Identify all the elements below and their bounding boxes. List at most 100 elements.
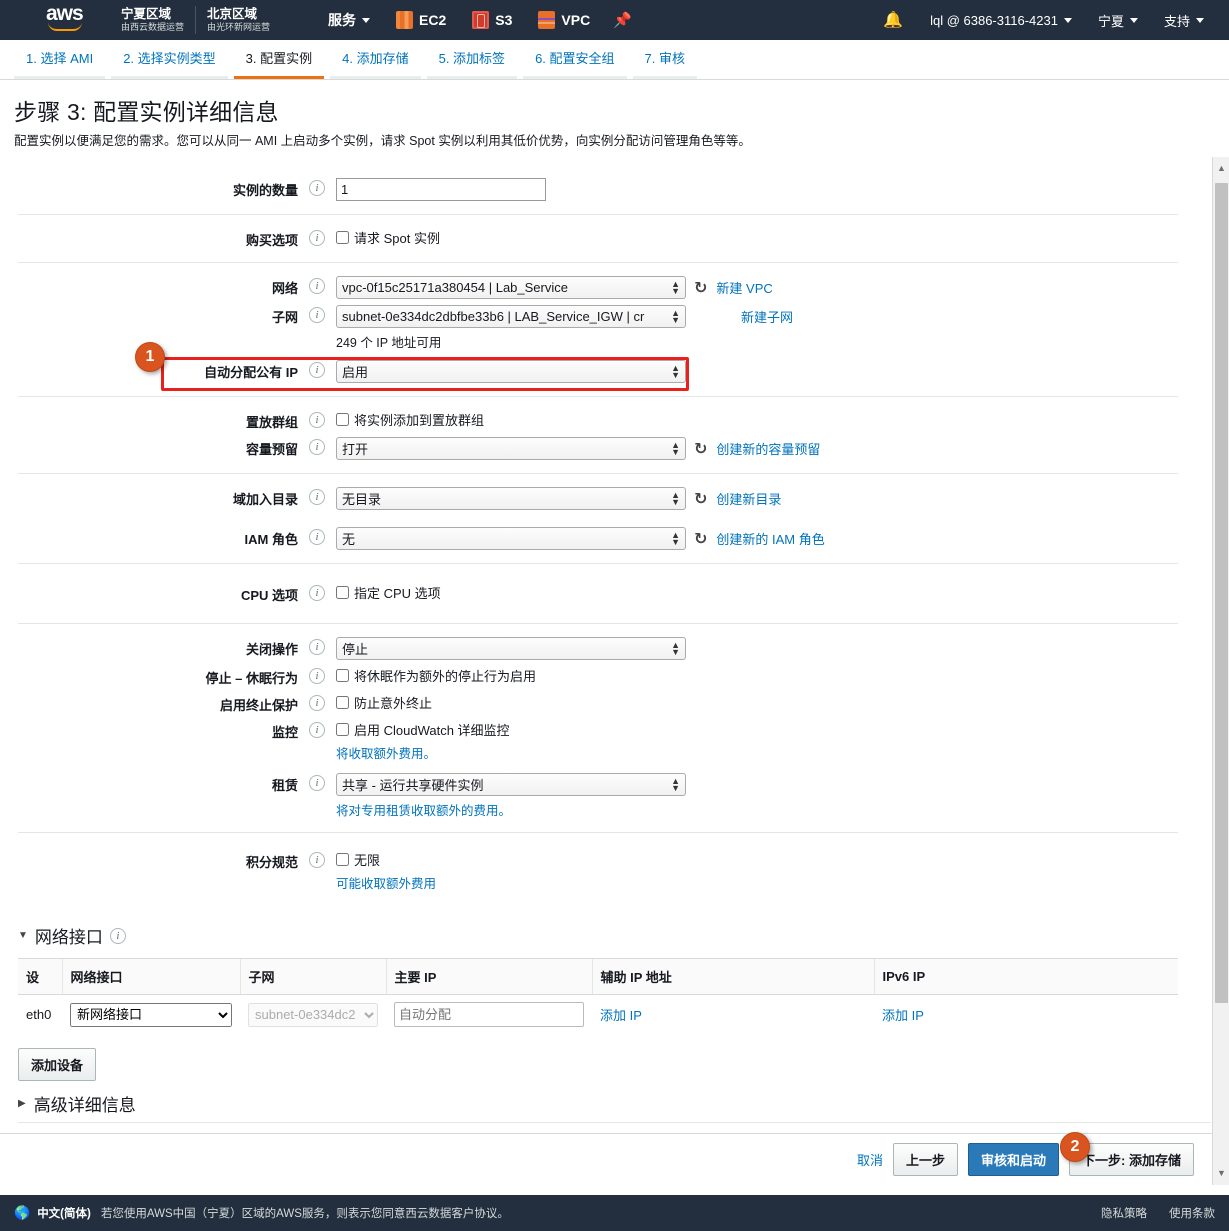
aws-logo[interactable]: aws: [46, 3, 94, 35]
tenancy-cost-note[interactable]: 将对专用租赁收取额外的费用。: [336, 796, 511, 819]
iam-role-select[interactable]: 无 ▲ ▼: [336, 527, 686, 550]
network-select[interactable]: vpc-0f15c25171a380454 | Lab_Service ▲ ▼: [336, 276, 686, 299]
field-group-purchase-option: 购买选项 i 请求 Spot 实例: [18, 215, 1178, 263]
create-new-subnet-link[interactable]: 新建子网: [741, 307, 793, 326]
instance-count-input[interactable]: [336, 178, 546, 201]
info-icon[interactable]: i: [309, 695, 325, 711]
request-spot-instances-label: 请求 Spot 实例: [354, 231, 440, 246]
pin-icon[interactable]: 📌: [613, 11, 632, 29]
step-1-choose-ami[interactable]: 1. 选择 AMI: [14, 48, 106, 79]
info-icon[interactable]: i: [309, 180, 325, 196]
globe-icon: 🌎: [14, 1205, 31, 1220]
scrollbar-thumb[interactable]: [1215, 183, 1228, 1003]
scroll-up-icon[interactable]: ▲: [1213, 160, 1229, 177]
step-7-review[interactable]: 7. 审核: [632, 48, 697, 79]
bell-icon[interactable]: 🔔: [869, 10, 917, 30]
vertical-scrollbar[interactable]: ▲ ▼: [1212, 157, 1229, 1185]
step-5-add-tags[interactable]: 5. 添加标签: [426, 48, 518, 79]
info-icon[interactable]: i: [309, 230, 325, 246]
network-interfaces-header: ▼ 网络接口 i: [0, 911, 1229, 954]
refresh-icon[interactable]: ↻: [694, 489, 707, 509]
create-new-vpc-link[interactable]: 新建 VPC: [716, 278, 772, 297]
credit-spec-cost-note[interactable]: 可能收取额外费用: [336, 869, 436, 892]
info-icon[interactable]: i: [309, 529, 325, 545]
column-header-subnet: 子网: [239, 958, 386, 995]
credit-spec-checkbox-row[interactable]: 无限: [336, 850, 380, 869]
capacity-reservation-select[interactable]: 打开 ▲ ▼: [336, 437, 686, 460]
tenancy-select[interactable]: 共享 - 运行共享硬件实例 ▲ ▼: [336, 773, 686, 796]
page-description: 配置实例以便满足您的需求。您可以从同一 AMI 上启动多个实例，请求 Spot …: [14, 134, 751, 148]
shortcut-vpc[interactable]: VPC: [525, 0, 603, 40]
primary-ip-input[interactable]: [394, 1002, 584, 1027]
create-new-iam-role-link[interactable]: 创建新的 IAM 角色: [716, 529, 824, 548]
terms-of-use-link[interactable]: 使用条款: [1169, 1205, 1215, 1221]
support-menu[interactable]: 支持: [1151, 11, 1217, 30]
refresh-icon[interactable]: ↻: [694, 278, 707, 298]
subnet-select-row[interactable]: subnet-0e334dc2: [248, 1002, 378, 1027]
capacity-reservation-value: 打开: [342, 442, 369, 457]
info-icon[interactable]: i: [309, 278, 325, 294]
info-icon[interactable]: i: [109, 927, 126, 944]
placement-group-checkbox-row[interactable]: 将实例添加到置放群组: [336, 410, 484, 429]
create-capacity-reservation-link[interactable]: 创建新的容量预留: [716, 439, 820, 458]
monitoring-cost-note[interactable]: 将收取额外费用。: [336, 739, 436, 762]
info-icon[interactable]: i: [309, 722, 325, 738]
add-device-button[interactable]: 添加设备: [18, 1048, 97, 1081]
shortcut-s3[interactable]: S3: [459, 0, 525, 40]
review-and-launch-button[interactable]: 审核和启动: [968, 1143, 1060, 1176]
enable-cloudwatch-monitoring-checkbox[interactable]: [336, 723, 349, 736]
domain-join-select[interactable]: 无目录 ▲ ▼: [336, 487, 686, 510]
cancel-link[interactable]: 取消: [857, 1150, 883, 1169]
monitoring-checkbox-row[interactable]: 启用 CloudWatch 详细监控: [336, 720, 510, 739]
info-icon[interactable]: i: [309, 852, 325, 868]
info-icon[interactable]: i: [309, 362, 325, 378]
region-ningxia-name: 宁夏区域: [121, 6, 172, 21]
field-group-cpu-options: CPU 选项 i 指定 CPU 选项: [18, 564, 1178, 624]
termination-protection-checkbox-row[interactable]: 防止意外终止: [336, 693, 432, 712]
info-icon[interactable]: i: [309, 775, 325, 791]
shortcut-ec2[interactable]: EC2: [383, 0, 459, 40]
step-4-add-storage[interactable]: 4. 添加存储: [330, 48, 421, 79]
language-selector[interactable]: 中文(简体): [37, 1205, 91, 1221]
info-icon[interactable]: i: [309, 489, 325, 505]
chevron-down-icon: [1063, 17, 1072, 23]
refresh-icon[interactable]: ↻: [694, 439, 707, 459]
shutdown-behavior-select[interactable]: 停止 ▲ ▼: [336, 637, 686, 660]
network-interface-select[interactable]: 新网络接口: [70, 1002, 232, 1027]
add-ipv6-ip-link[interactable]: 添加 IP: [882, 1008, 924, 1023]
info-icon[interactable]: i: [309, 639, 325, 655]
region-menu[interactable]: 宁夏: [1085, 11, 1151, 30]
expand-triangle-icon[interactable]: ▶: [18, 1098, 26, 1109]
add-to-placement-group-checkbox[interactable]: [336, 413, 349, 426]
step-6-configure-security-group[interactable]: 6. 配置安全组: [523, 48, 627, 79]
shortcut-s3-label: S3: [495, 12, 513, 28]
info-icon[interactable]: i: [309, 668, 325, 684]
step-3-configure-instance[interactable]: 3. 配置实例: [233, 48, 325, 79]
unlimited-credits-checkbox[interactable]: [336, 853, 349, 866]
refresh-icon[interactable]: ↻: [694, 529, 707, 549]
cpu-options-checkbox-row[interactable]: 指定 CPU 选项: [336, 583, 441, 602]
info-icon[interactable]: i: [309, 585, 325, 601]
subnet-select[interactable]: subnet-0e334dc2dbfbe33b6 | LAB_Service_I…: [336, 305, 686, 328]
step-2-choose-instance-type[interactable]: 2. 选择实例类型: [111, 48, 228, 79]
customer-agreement-link[interactable]: 西云数据客户协议: [405, 1205, 497, 1221]
purchase-option-checkbox-row[interactable]: 请求 Spot 实例: [336, 228, 440, 247]
scroll-down-icon[interactable]: ▼: [1213, 1165, 1229, 1182]
privacy-policy-link[interactable]: 隐私策略: [1101, 1205, 1147, 1221]
add-secondary-ip-link[interactable]: 添加 IP: [600, 1008, 642, 1023]
request-spot-instances-checkbox[interactable]: [336, 231, 349, 244]
account-menu[interactable]: lql @ 6386-3116-4231: [917, 13, 1085, 28]
protect-against-termination-checkbox[interactable]: [336, 696, 349, 709]
create-new-directory-link[interactable]: 创建新目录: [716, 489, 781, 508]
info-icon[interactable]: i: [309, 439, 325, 455]
auto-assign-public-ip-select[interactable]: 启用 ▲ ▼: [336, 360, 686, 383]
info-icon[interactable]: i: [309, 307, 325, 323]
specify-cpu-options-checkbox[interactable]: [336, 586, 349, 599]
advanced-details-section[interactable]: ▶ 高级详细信息: [0, 1081, 1229, 1122]
services-menu[interactable]: 服务: [315, 0, 383, 40]
info-icon[interactable]: i: [309, 412, 325, 428]
enable-hibernate-checkbox[interactable]: [336, 669, 349, 682]
previous-button[interactable]: 上一步: [893, 1143, 959, 1176]
hibernate-checkbox-row[interactable]: 将休眠作为额外的停止行为启用: [336, 666, 536, 685]
collapse-triangle-icon[interactable]: ▼: [18, 930, 28, 941]
